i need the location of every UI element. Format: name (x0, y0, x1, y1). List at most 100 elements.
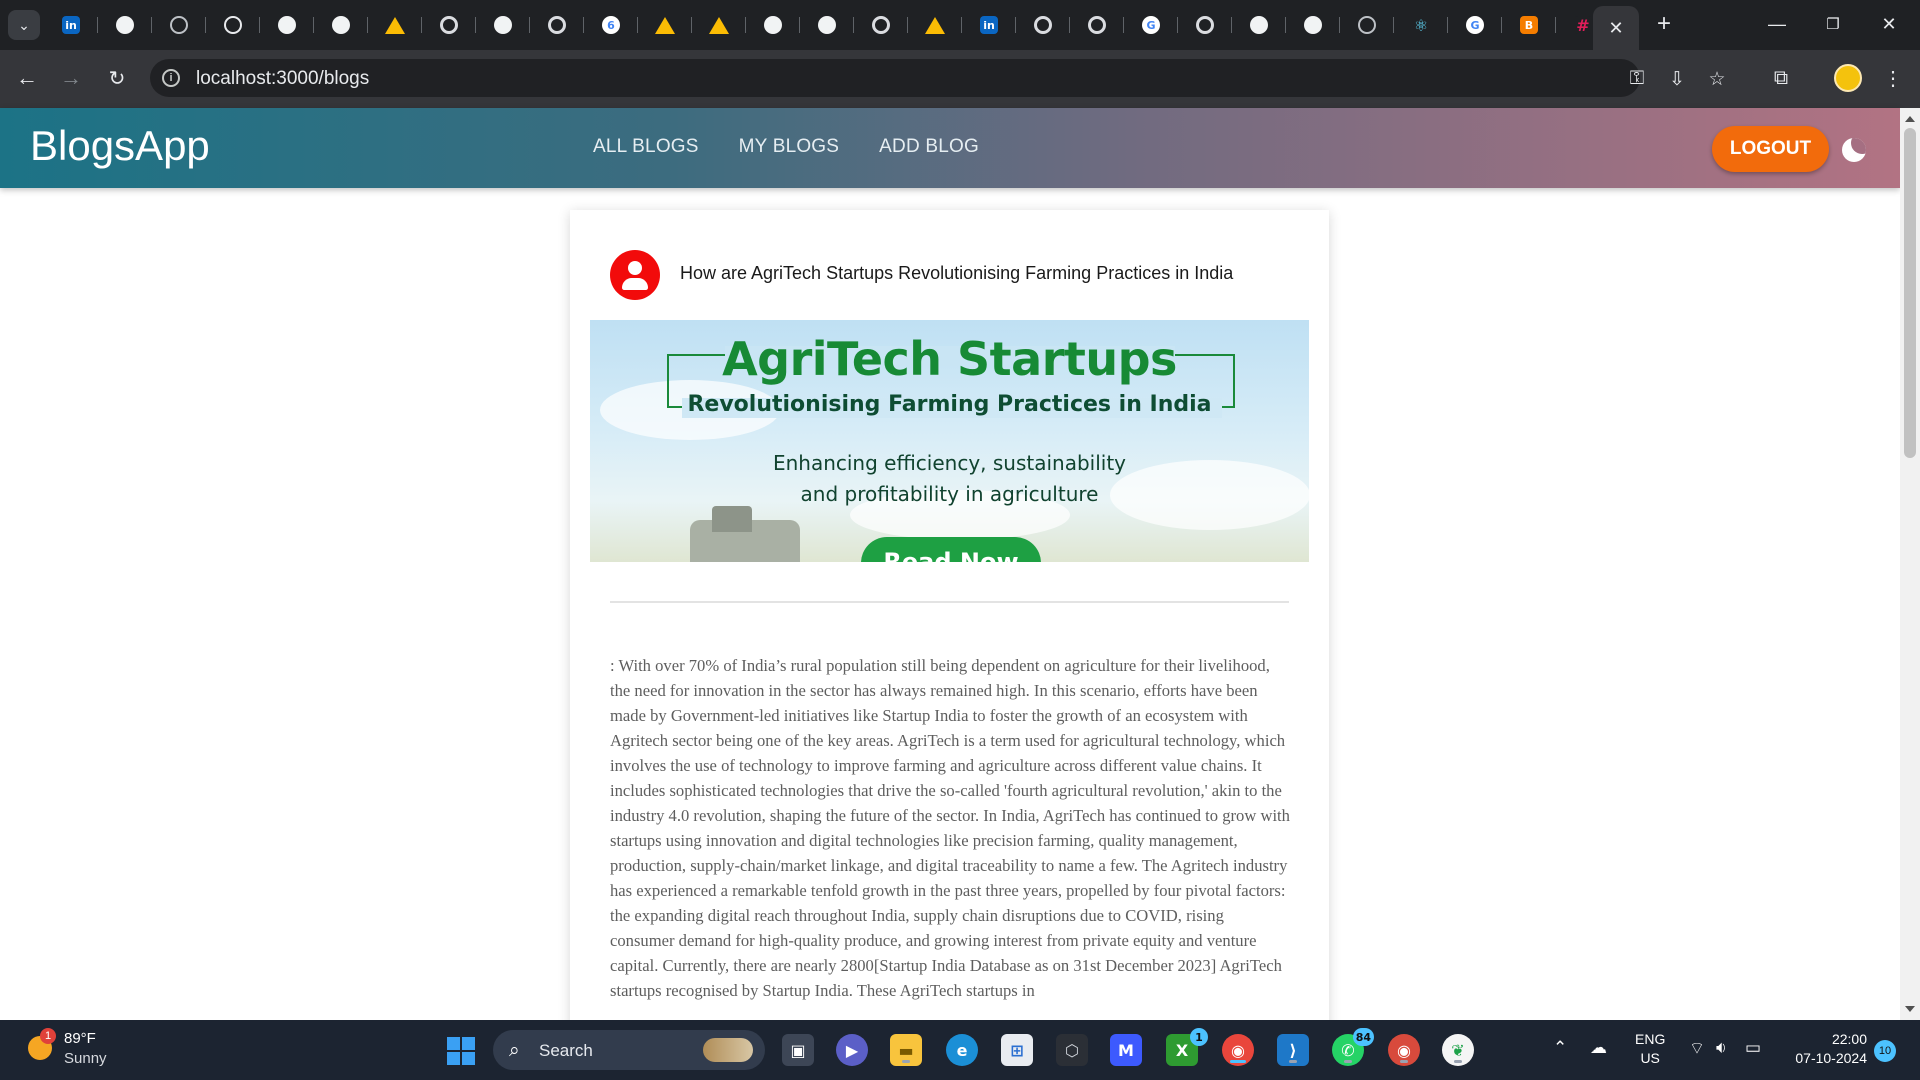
close-tab-icon[interactable]: ✕ (1608, 18, 1623, 39)
ai-app-icon[interactable]: M (1110, 1034, 1142, 1066)
browser-tab[interactable] (1070, 8, 1124, 42)
slack-icon: # (1574, 16, 1592, 35)
scroll-down-arrow-icon[interactable] (1905, 1006, 1915, 1012)
browser-tab[interactable] (638, 8, 692, 42)
banner-subtitle: Revolutionising Farming Practices in Ind… (687, 392, 1212, 417)
language-region: US (1640, 1050, 1660, 1066)
globe-icon (170, 16, 188, 34)
onedrive-cloud-icon[interactable]: ☁ (1590, 1038, 1607, 1058)
site-info-icon[interactable]: i (162, 69, 180, 87)
password-key-icon[interactable]: ⚿ (1624, 66, 1650, 92)
url-text[interactable]: localhost:3000/blogs (196, 68, 369, 90)
banner-tagline-line-2: and profitability in agriculture (800, 482, 1099, 506)
browser-tab[interactable] (476, 8, 530, 42)
close-window-button[interactable]: ✕ (1866, 0, 1912, 48)
tray-overflow-icon[interactable]: ⌃ (1553, 1038, 1567, 1058)
browser-tab[interactable] (98, 8, 152, 42)
browser-tab[interactable]: G (1124, 8, 1178, 42)
nav-add-blog[interactable]: ADD BLOG (879, 136, 979, 158)
bookmark-star-icon[interactable]: ☆ (1704, 66, 1730, 92)
weather-temperature[interactable]: 89°F (64, 1030, 96, 1047)
notification-badge[interactable]: 10 (1874, 1040, 1896, 1062)
browser-tab[interactable] (206, 8, 260, 42)
browser-tab[interactable] (368, 8, 422, 42)
github-icon (818, 16, 836, 34)
profile-avatar[interactable] (1834, 64, 1862, 92)
google-drive-icon (385, 16, 405, 34)
xbox-badge: 1 (1190, 1028, 1208, 1046)
windows-start-icon[interactable] (447, 1037, 475, 1065)
browser-tab[interactable]: B (1502, 8, 1556, 42)
google-drive-icon (655, 16, 675, 34)
scroll-thumb[interactable] (1904, 128, 1916, 458)
browser-menu-icon[interactable]: ⋮ (1878, 63, 1908, 93)
search-icon: ⌕ (509, 1040, 520, 1061)
taskbar-search[interactable]: ⌕ Search (493, 1030, 765, 1070)
blogger-icon: B (1520, 16, 1538, 34)
address-bar[interactable]: i localhost:3000/blogs ⚿ ⇩ ☆ (150, 59, 1726, 97)
dark-mode-moon-icon[interactable] (1842, 138, 1866, 162)
browser-tab[interactable] (692, 8, 746, 42)
browser-tab[interactable] (530, 8, 584, 42)
app-brand[interactable]: BlogsApp (30, 122, 210, 170)
browser-tab[interactable]: in (44, 8, 98, 42)
volume-icon[interactable]: 🔉︎ (1716, 1038, 1727, 1058)
new-tab-button[interactable]: + (1650, 10, 1678, 38)
mongodb-compass-icon[interactable]: ❦ (1442, 1034, 1474, 1066)
github-icon (1304, 16, 1322, 34)
whatsapp-icon[interactable]: ✆ 84 (1332, 1028, 1374, 1066)
browser-tab[interactable] (1016, 8, 1070, 42)
nav-links: ALL BLOGS MY BLOGS ADD BLOG (593, 136, 979, 158)
microsoft-store-icon[interactable]: ⊞ (1001, 1034, 1033, 1066)
obs-app-icon[interactable]: ⬡ (1056, 1034, 1088, 1066)
tab-search-button[interactable]: ⌄ (8, 10, 40, 40)
task-view-icon[interactable]: ▣ (782, 1034, 814, 1066)
browser-tab[interactable]: G (1448, 8, 1502, 42)
battery-icon[interactable]: ▭ (1745, 1038, 1761, 1058)
banner-tagline: Enhancing efficiency, sustainability and… (590, 448, 1309, 510)
browser-tab[interactable] (1178, 8, 1232, 42)
scroll-up-arrow-icon[interactable] (1905, 116, 1915, 122)
weather-description[interactable]: Sunny (64, 1050, 107, 1067)
browser-tab[interactable] (908, 8, 962, 42)
browser-tab-strip: ⌄ in 6 in G ⚛ G B # ✕ + — ❐ ✕ (0, 0, 1920, 50)
language-indicator[interactable]: ENG US (1635, 1030, 1665, 1068)
back-button[interactable]: ← (11, 62, 43, 94)
reload-button[interactable]: ↻ (101, 62, 133, 94)
browser-tab[interactable]: ⚛ (1394, 8, 1448, 42)
linkedin-icon: in (62, 16, 80, 34)
page-scrollbar[interactable] (1900, 108, 1920, 1020)
wifi-icon[interactable]: ⌔ (1689, 1038, 1705, 1059)
system-clock[interactable]: 22:00 07-10-2024 (1785, 1030, 1867, 1068)
xbox-icon[interactable]: X1 (1166, 1028, 1208, 1066)
browser-tab[interactable] (1286, 8, 1340, 42)
restore-button[interactable]: ❐ (1810, 0, 1856, 48)
logout-button[interactable]: LOGOUT (1712, 126, 1829, 172)
forward-button[interactable]: → (55, 62, 87, 94)
extensions-icon[interactable]: ⧉ (1766, 63, 1796, 93)
minimize-button[interactable]: — (1754, 0, 1800, 48)
browser-tab[interactable] (260, 8, 314, 42)
browser-tab[interactable] (746, 8, 800, 42)
install-app-icon[interactable]: ⇩ (1664, 66, 1690, 92)
browser-tab[interactable] (314, 8, 368, 42)
browser-tab[interactable] (1340, 8, 1394, 42)
chrome-taskbar-icon[interactable]: ◉ (1222, 1034, 1254, 1066)
browser-tab[interactable] (800, 8, 854, 42)
nav-all-blogs[interactable]: ALL BLOGS (593, 136, 699, 158)
teams-meet-icon[interactable]: ▶ (836, 1034, 868, 1066)
blog-card: How are AgriTech Startups Revolutionisin… (570, 210, 1329, 1040)
app-navbar: BlogsApp ALL BLOGS MY BLOGS ADD BLOG LOG… (0, 108, 1900, 188)
browser-tab[interactable] (422, 8, 476, 42)
browser-tab[interactable]: in (962, 8, 1016, 42)
vscode-icon[interactable]: ⟩ (1277, 1034, 1309, 1066)
edge-browser-icon[interactable]: e (946, 1034, 978, 1066)
browser-tab[interactable] (1232, 8, 1286, 42)
browser-tab[interactable] (854, 8, 908, 42)
active-tab[interactable]: ✕ (1593, 6, 1639, 50)
nav-my-blogs[interactable]: MY BLOGS (739, 136, 840, 158)
file-explorer-icon[interactable]: ▬ (890, 1034, 922, 1066)
browser-tab[interactable] (152, 8, 206, 42)
browser-tab[interactable]: 6 (584, 8, 638, 42)
chrome-profile-icon[interactable]: ◉ (1388, 1034, 1420, 1066)
